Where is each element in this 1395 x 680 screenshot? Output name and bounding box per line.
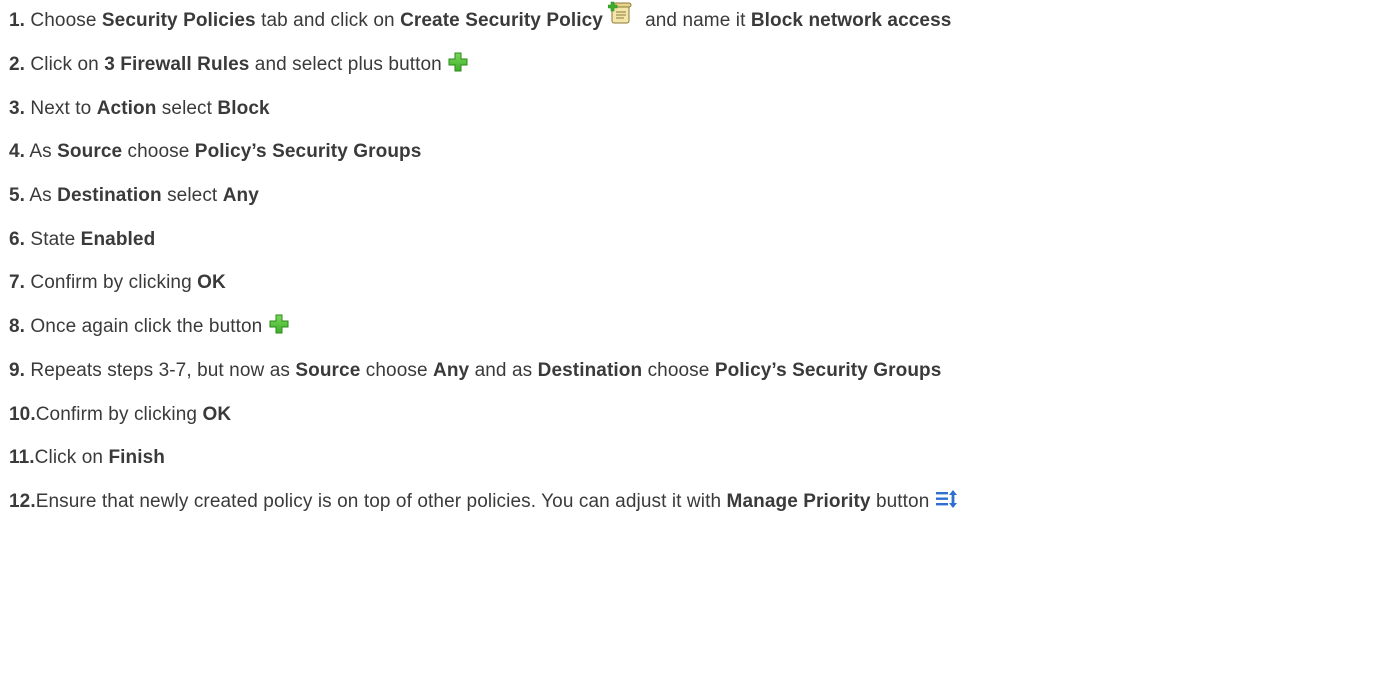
step-keyword: Manage Priority: [726, 491, 871, 512]
step-12: 12.Ensure that newly created policy is o…: [9, 487, 959, 517]
step-7: 7. Confirm by clicking OK: [9, 268, 226, 298]
step-keyword: OK: [197, 272, 226, 293]
step-9: 9. Repeats steps 3-7, but now as Source …: [9, 356, 941, 386]
step-text: Next to: [25, 98, 97, 119]
step-text: Once again click the button: [25, 316, 268, 337]
step-keyword: Block: [217, 98, 270, 119]
step-text: Confirm by clicking: [35, 404, 203, 425]
step-2: 2. Click on 3 Firewall Rules and select …: [9, 50, 469, 80]
step-number: 12.: [9, 491, 36, 512]
step-text: Repeats steps 3-7, but now as: [25, 360, 296, 381]
step-number: 1.: [9, 10, 26, 31]
step-keyword: Enabled: [80, 229, 156, 250]
manage-priority-icon: [935, 488, 959, 510]
step-number: 5.: [9, 185, 26, 206]
step-number: 6.: [9, 229, 26, 250]
step-number: 2.: [9, 54, 26, 75]
step-keyword: Any: [222, 185, 259, 206]
step-keyword: Block network access: [750, 10, 952, 31]
step-keyword: Source: [57, 141, 123, 162]
step-text: Ensure that newly created policy is on t…: [35, 491, 727, 512]
step-number: 3.: [9, 98, 26, 119]
step-number: 7.: [9, 272, 26, 293]
step-text: choose: [642, 360, 715, 381]
step-11: 11.Click on Finish: [9, 443, 165, 473]
step-keyword: Action: [96, 98, 157, 119]
step-text: State: [25, 229, 81, 250]
step-text: select: [161, 185, 223, 206]
step-text: As: [25, 185, 58, 206]
step-text: and select plus button: [249, 54, 448, 75]
step-keyword: Security Policies: [101, 10, 256, 31]
step-keyword: Policy’s Security Groups: [714, 360, 942, 381]
step-keyword: Destination: [537, 360, 643, 381]
step-1: 1. Choose Security Policies tab and clic…: [9, 1, 952, 36]
plus-icon: [447, 51, 469, 73]
step-number: 11.: [9, 447, 35, 468]
step-text: Click on: [25, 54, 105, 75]
step-number: 8.: [9, 316, 26, 337]
step-text: Confirm by clicking: [25, 272, 198, 293]
step-text: and name it: [634, 10, 751, 31]
step-text: Click on: [34, 447, 109, 468]
step-number: 10.: [9, 404, 36, 425]
create-policy-icon: [608, 0, 634, 26]
step-3: 3. Next to Action select Block: [9, 94, 270, 124]
step-10: 10.Confirm by clicking OK: [9, 400, 231, 430]
step-text: choose: [360, 360, 434, 381]
step-6: 6. State Enabled: [9, 225, 155, 255]
instruction-list: 1. Choose Security Policies tab and clic…: [0, 0, 1395, 680]
step-number: 9.: [9, 360, 26, 381]
step-5: 5. As Destination select Any: [9, 181, 259, 211]
step-text: choose: [122, 141, 195, 162]
step-text: button: [870, 491, 935, 512]
step-8: 8. Once again click the button: [9, 312, 290, 342]
step-number: 4.: [9, 141, 26, 162]
step-keyword: 3 Firewall Rules: [104, 54, 250, 75]
step-text: tab and click on: [255, 10, 401, 31]
step-text: As: [25, 141, 58, 162]
plus-icon: [268, 313, 290, 335]
step-keyword: OK: [202, 404, 232, 425]
step-keyword: Source: [295, 360, 361, 381]
step-keyword: Finish: [108, 447, 165, 468]
step-keyword: Any: [433, 360, 470, 381]
step-keyword: Destination: [57, 185, 162, 206]
step-text: Choose: [25, 10, 102, 31]
step-text: and as: [469, 360, 538, 381]
step-4: 4. As Source choose Policy’s Security Gr…: [9, 137, 421, 167]
step-text: select: [156, 98, 218, 119]
step-keyword: Create Security Policy: [400, 10, 603, 31]
step-keyword: Policy’s Security Groups: [194, 141, 422, 162]
